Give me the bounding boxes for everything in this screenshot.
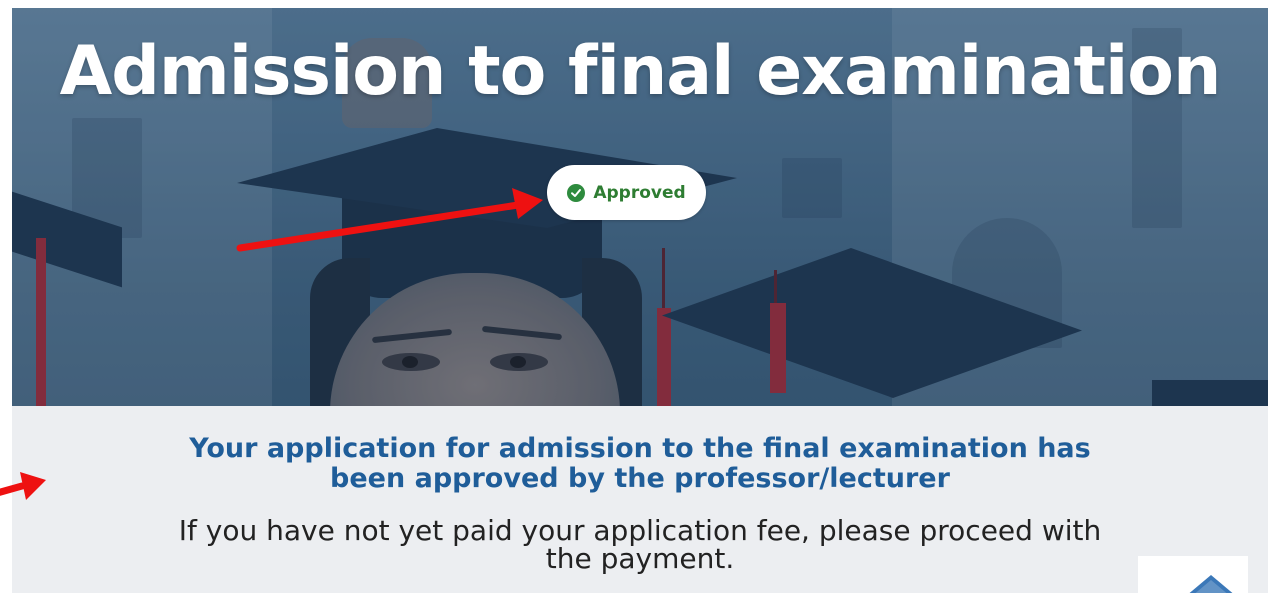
annotation-arrow-to-message bbox=[0, 472, 46, 500]
annotation-arrow-to-status bbox=[236, 188, 543, 252]
annotation-arrows bbox=[0, 188, 543, 500]
